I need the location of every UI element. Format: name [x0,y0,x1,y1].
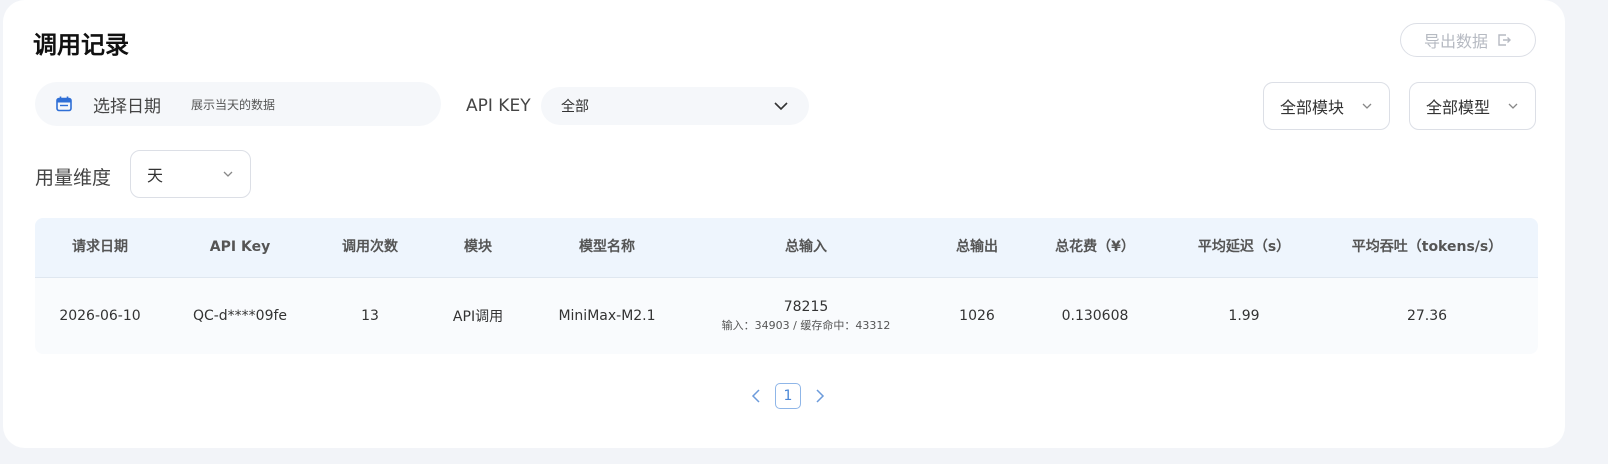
cell-avg-latency: 1.99 [1228,308,1260,324]
apikey-select[interactable]: 全部 [541,87,809,125]
module-select-value: 全部模块 [1280,98,1345,117]
call-records-table: 请求日期 API Key 调用次数 模块 模型名称 总输入 总输出 总花费（¥）… [35,218,1538,354]
usage-dimension-select[interactable]: 天 [130,150,251,198]
chevron-left-icon [751,389,760,403]
col-total-output: 总输出 [956,239,998,255]
col-model-name: 模型名称 [579,239,635,255]
cell-model-name: MiniMax-M2.1 [558,308,656,324]
export-button-label: 导出数据 [1423,32,1488,51]
cell-module: API调用 [452,309,504,325]
apikey-select-value: 全部 [561,99,589,115]
table-row: 2026-06-10 QC-d****09fe 13 API调用 MiniMax… [35,278,1538,354]
prev-page-button[interactable] [747,383,765,409]
apikey-filter-label: API KEY [466,96,531,116]
cell-total-output: 1026 [959,308,995,324]
col-total-cost: 总花费（¥） [1055,239,1135,255]
date-picker[interactable]: 选择日期 展示当天的数据 [35,82,441,126]
pagination: 1 [747,383,829,409]
col-call-count: 调用次数 [342,239,398,255]
cell-total-input: 78215 输入：34903 / 缓存命中：43312 [722,278,891,354]
page-title: 调用记录 [33,31,129,59]
cell-api-key: QC-d****09fe [192,308,288,324]
model-select-value: 全部模型 [1426,98,1491,117]
next-page-button[interactable] [811,383,829,409]
cell-call-count: 13 [361,308,379,324]
call-records-card: 调用记录 导出数据 选择日期 展示当天的数据 API KEY 全部 全部模块 全… [3,0,1565,448]
usage-dimension-label: 用量维度 [35,167,112,189]
col-total-input: 总输入 [785,239,827,255]
module-select[interactable]: 全部模块 [1263,82,1390,130]
page-number-button[interactable]: 1 [775,383,801,409]
cell-total-cost: 0.130608 [1061,308,1129,324]
date-picker-hint: 展示当天的数据 [191,97,276,112]
col-api-key: API Key [209,239,271,255]
chevron-down-icon [1508,103,1518,109]
export-data-button[interactable]: 导出数据 [1400,23,1536,57]
col-avg-throughput: 平均吞吐（tokens/s） [1351,239,1503,255]
input-cache-detail: 输入：34903 / 缓存命中：43312 [721,319,891,332]
cell-request-date: 2026-06-10 [59,308,141,324]
chevron-down-icon [774,102,788,111]
col-avg-latency: 平均延迟（s） [1197,239,1291,255]
col-module: 模块 [464,239,492,255]
chevron-down-icon [223,171,233,177]
col-request-date: 请求日期 [72,239,128,255]
chevron-right-icon [816,389,825,403]
usage-dimension-value: 天 [147,166,164,185]
cell-avg-throughput: 27.36 [1406,308,1448,324]
model-select[interactable]: 全部模型 [1409,82,1536,130]
calendar-icon [56,96,72,112]
export-icon [1498,34,1511,46]
total-input-value: 78215 [783,299,829,315]
date-picker-label: 选择日期 [93,96,161,117]
chevron-down-icon [1362,103,1372,109]
table-header: 请求日期 API Key 调用次数 模块 模型名称 总输入 总输出 总花费（¥）… [35,218,1538,278]
